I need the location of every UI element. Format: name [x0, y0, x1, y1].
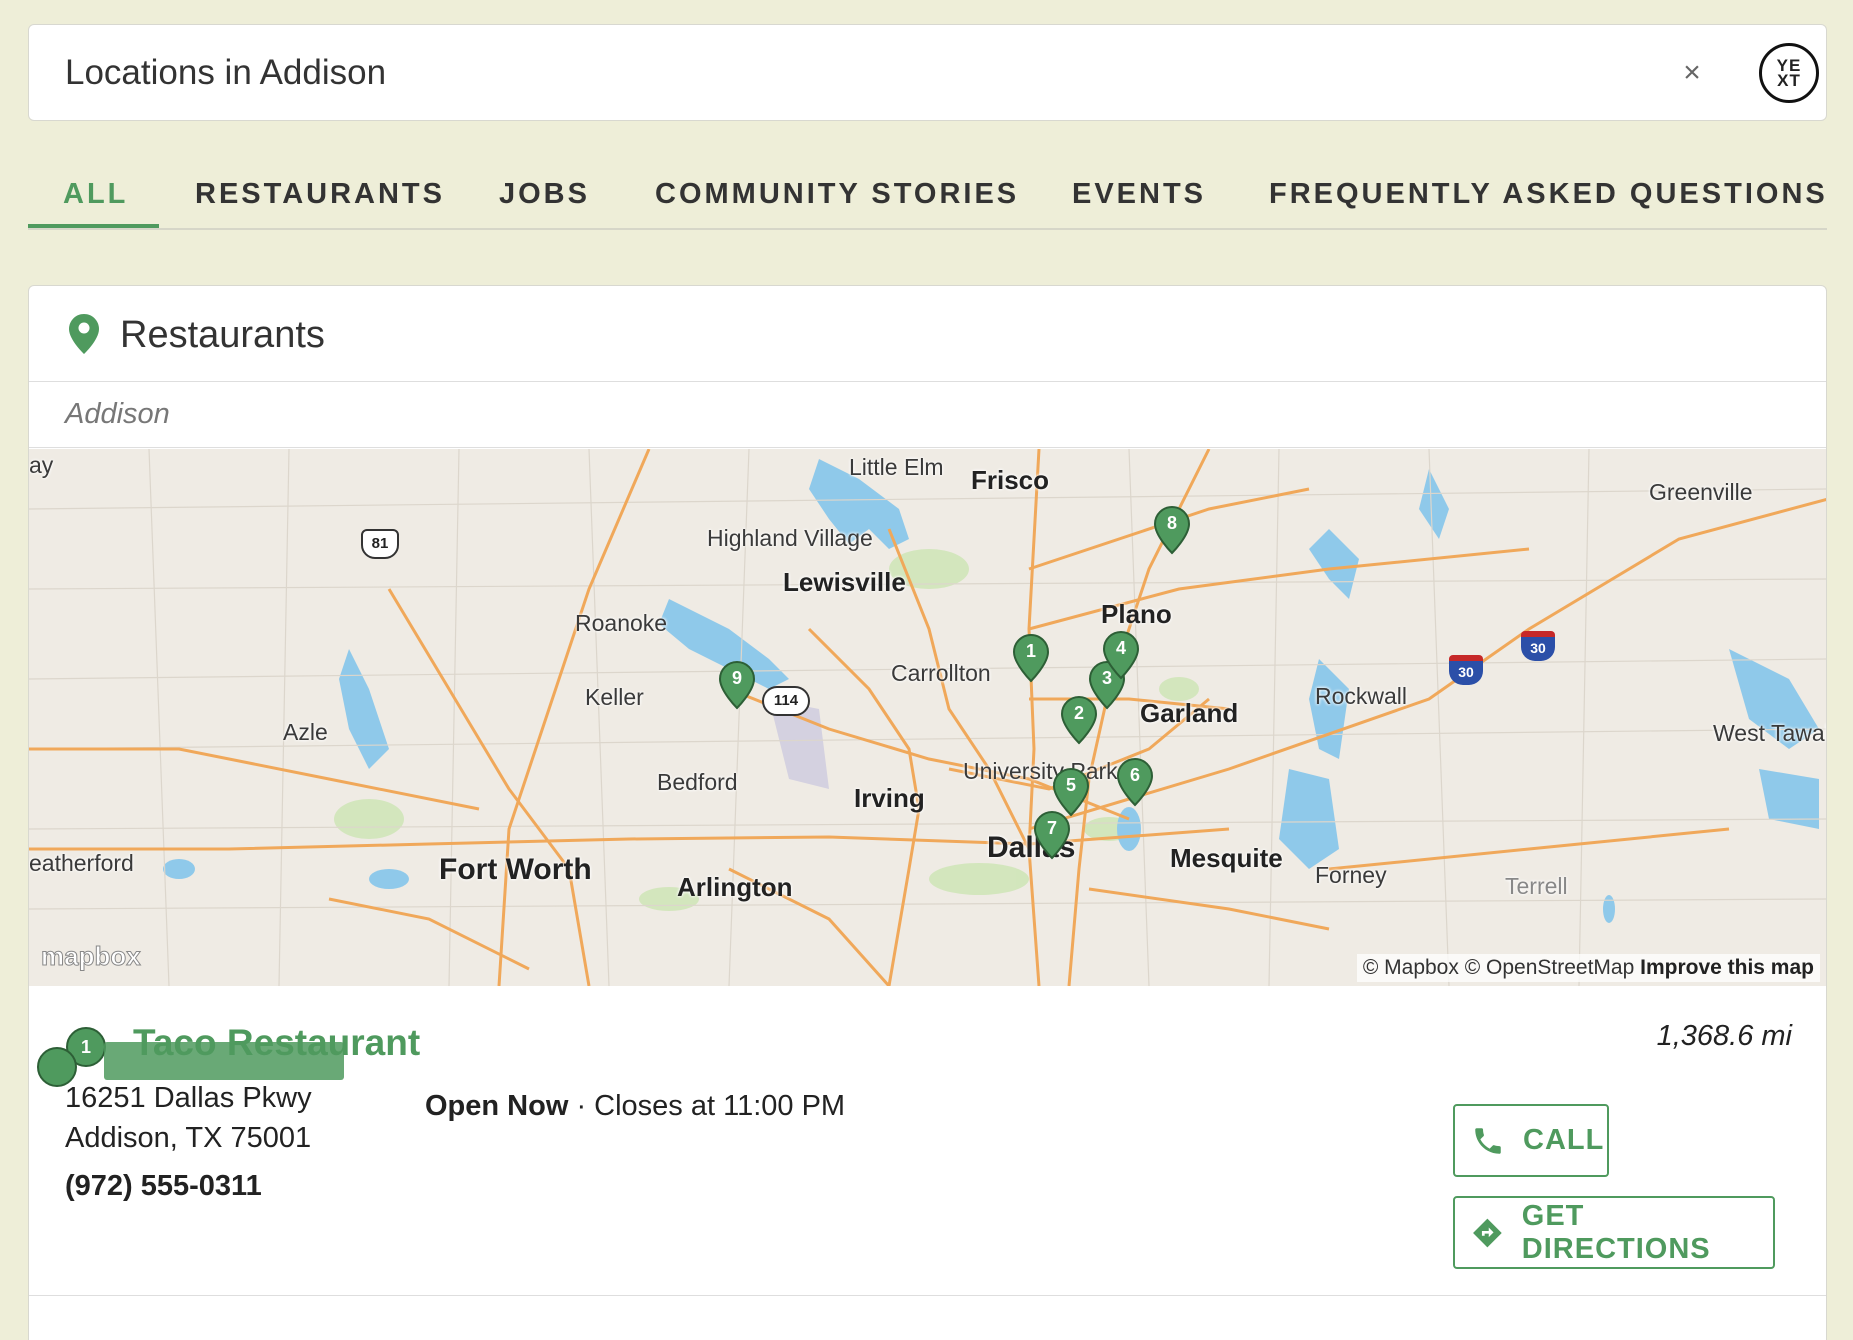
tab-jobs[interactable]: JOBS: [499, 178, 590, 211]
result-distance: 1,368.6 mi: [1656, 1020, 1792, 1052]
marker-label: 9: [731, 668, 742, 688]
map-label-edge: ay: [29, 452, 54, 478]
marker-label: 8: [1166, 513, 1177, 533]
map-attribution: © Mapbox © OpenStreetMap Improve this ma…: [1356, 954, 1820, 982]
results-map[interactable]: Little Elm Frisco Greenville Highland Vi…: [29, 449, 1826, 986]
yext-logo[interactable]: YE XT: [1759, 43, 1819, 103]
map-marker-6[interactable]: 6: [1116, 757, 1154, 807]
tab-events[interactable]: EVENTS: [1072, 178, 1206, 211]
directions-icon: [1473, 1218, 1502, 1247]
map-label-west-tawako: West Tawako: [1713, 720, 1826, 746]
marker-label: 4: [1115, 638, 1126, 658]
highway-shield-81: 81: [361, 529, 399, 559]
next-result-title-bar: [104, 1042, 344, 1080]
marker-label: 5: [1065, 775, 1076, 795]
map-marker-7[interactable]: 7: [1033, 810, 1071, 860]
map-label-bedford: Bedford: [657, 769, 738, 795]
restaurants-section: Restaurants Addison Little Elm Frisco Gr…: [28, 285, 1827, 1340]
marker-label: 1: [1025, 641, 1036, 661]
map-label-lewisville: Lewisville: [783, 567, 906, 597]
result-phone[interactable]: (972) 555-0311: [65, 1170, 262, 1203]
section-header: Restaurants: [29, 286, 1826, 382]
map-label-azle: Azle: [283, 719, 328, 745]
map-label-little-elm: Little Elm: [849, 454, 944, 480]
map-label-garland: Garland: [1140, 698, 1239, 728]
result-address-line1: 16251 Dallas Pkwy: [65, 1082, 312, 1114]
result-address-line2: Addison, TX 75001: [65, 1122, 312, 1154]
applied-filter-location: Addison: [65, 398, 170, 430]
get-directions-button[interactable]: GET DIRECTIONS: [1453, 1196, 1775, 1269]
map-label-frisco: Frisco: [971, 465, 1050, 495]
map-attribution-text[interactable]: © Mapbox © OpenStreetMap: [1363, 956, 1634, 979]
map-marker-4[interactable]: 4: [1102, 630, 1140, 680]
clear-search-button[interactable]: ×: [1669, 45, 1715, 101]
map-label-greenville: Greenville: [1649, 479, 1753, 505]
next-result-title[interactable]: [104, 1042, 344, 1082]
marker-label: 6: [1129, 765, 1140, 785]
map-base: [29, 449, 1826, 986]
map-label-university-park: University Park: [963, 758, 1118, 784]
get-directions-label: GET DIRECTIONS: [1521, 1199, 1711, 1265]
map-label-keller: Keller: [585, 684, 644, 710]
improve-map-link[interactable]: Improve this map: [1640, 956, 1814, 979]
vertical-tabs: ALL RESTAURANTS JOBS COMMUNITY STORIES E…: [28, 160, 1827, 230]
map-marker-8[interactable]: 8: [1153, 505, 1191, 555]
map-label-irving: Irving: [854, 783, 925, 813]
search-bar: × YE XT: [28, 24, 1827, 121]
interstate-shield-30-east: 30: [1521, 631, 1555, 661]
call-button-label: CALL: [1523, 1124, 1605, 1156]
map-label-fort-worth: Fort Worth: [439, 853, 592, 886]
applied-filters: Addison: [29, 382, 1826, 448]
map-label-arlington: Arlington: [677, 872, 793, 902]
phone-icon: [1475, 1127, 1501, 1154]
active-tab-indicator: [28, 224, 159, 228]
map-label-carrollton: Carrollton: [891, 660, 991, 686]
tab-community-stories[interactable]: COMMUNITY STORIES: [655, 178, 1019, 211]
map-label-plano: Plano: [1101, 599, 1172, 629]
marker-label: 7: [1046, 818, 1057, 838]
section-title: Restaurants: [120, 314, 325, 356]
open-status: Open Now: [425, 1090, 569, 1122]
tab-all[interactable]: ALL: [63, 178, 128, 211]
call-button[interactable]: CALL: [1453, 1104, 1609, 1177]
interstate-shield-30-west: 30: [1449, 655, 1483, 685]
tab-faq[interactable]: FREQUENTLY ASKED QUESTIONS: [1269, 178, 1828, 211]
map-label-rockwall: Rockwall: [1315, 683, 1408, 709]
map-label-mesquite: Mesquite: [1170, 843, 1283, 873]
closing-time: · Closes at 11:00 PM: [568, 1090, 846, 1122]
mapbox-logo[interactable]: mapbox: [41, 941, 142, 972]
map-label-highland-village: Highland Village: [707, 525, 873, 551]
result-hours: Open Now · Closes at 11:00 PM: [425, 1090, 845, 1123]
tab-restaurants[interactable]: RESTAURANTS: [195, 178, 445, 211]
map-label-weatherford: eatherford: [29, 850, 134, 876]
yext-logo-bottom: XT: [1777, 71, 1801, 90]
highway-shield-114: 114: [762, 686, 810, 716]
map-label-terrell: Terrell: [1505, 873, 1568, 899]
search-input[interactable]: [65, 51, 1565, 95]
map-label-roanoke: Roanoke: [575, 610, 668, 636]
map-marker-9[interactable]: 9: [718, 660, 756, 710]
next-result-badge: [37, 1047, 77, 1087]
result-card: 1 Taco Restaurant 1,368.6 mi 16251 Dalla…: [29, 986, 1826, 1296]
map-label-forney: Forney: [1315, 862, 1387, 888]
map-marker-1[interactable]: 1: [1012, 633, 1050, 683]
location-pin-icon: [69, 314, 99, 354]
